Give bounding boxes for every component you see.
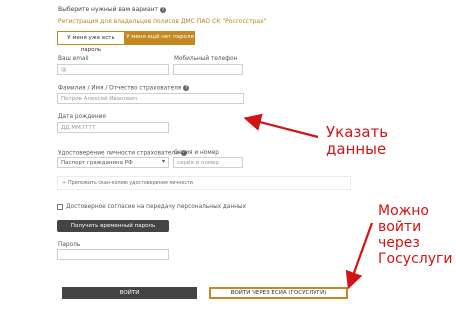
- annotation-can-login: Можно войти через Госуслуги: [378, 203, 453, 267]
- annotation-enter-data: Указать данные: [326, 123, 389, 158]
- arrow-to-esia: [345, 222, 374, 290]
- annotation-arrows: [243, 113, 374, 290]
- arrow-to-fields: [243, 113, 319, 139]
